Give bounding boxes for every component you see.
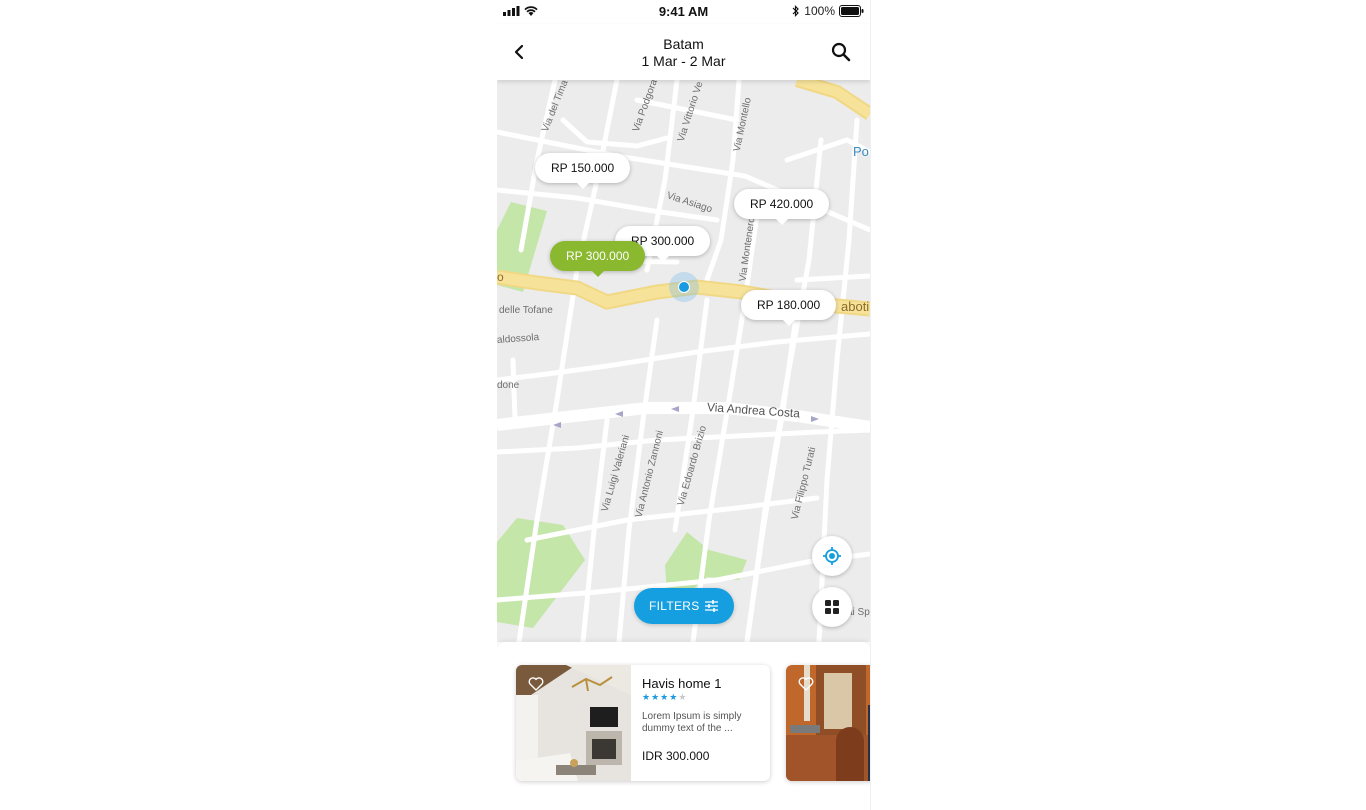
street-label: done bbox=[497, 380, 520, 391]
star-icon: ★ bbox=[678, 692, 688, 702]
star-icon: ★ bbox=[660, 692, 670, 702]
street-label: delle Tofane bbox=[499, 305, 553, 316]
current-location-marker bbox=[669, 272, 699, 302]
listing-card-partial[interactable] bbox=[786, 665, 870, 781]
street-label: aboti bbox=[841, 299, 870, 314]
search-summary[interactable]: Batam 1 Mar - 2 Mar bbox=[557, 36, 810, 70]
battery-icon bbox=[839, 5, 864, 17]
status-right-icons: 100% bbox=[792, 4, 864, 18]
filters-label: FILTERS bbox=[649, 599, 700, 613]
listing-rating: ★★★★★ bbox=[642, 692, 687, 703]
star-icon: ★ bbox=[642, 692, 652, 702]
status-bar: 9:41 AM 100% bbox=[497, 0, 870, 24]
price-pin[interactable]: RP 420.000 bbox=[734, 189, 830, 225]
map-view[interactable]: Via Andrea Costa Via Montello Via Vittor… bbox=[497, 80, 870, 642]
battery-percent: 100% bbox=[804, 4, 835, 18]
top-bar: Batam 1 Mar - 2 Mar bbox=[497, 24, 870, 80]
locate-me-button[interactable] bbox=[812, 536, 852, 576]
listings-sheet[interactable]: Havis home 1 ★★★★★ Lorem Ipsum is simply… bbox=[497, 642, 870, 810]
date-range: 1 Mar - 2 Mar bbox=[641, 53, 726, 69]
poi-label: Po bbox=[853, 144, 869, 159]
back-arrow-icon[interactable] bbox=[509, 41, 531, 63]
heart-icon[interactable] bbox=[798, 676, 814, 692]
grid-view-icon bbox=[825, 600, 839, 614]
price-pin-selected[interactable]: RP 300.000 bbox=[550, 241, 646, 277]
search-icon[interactable] bbox=[830, 41, 852, 63]
locate-icon bbox=[823, 547, 841, 565]
star-icon: ★ bbox=[651, 692, 661, 702]
listing-price: IDR 300.000 bbox=[642, 749, 710, 763]
listing-card[interactable]: Havis home 1 ★★★★★ Lorem Ipsum is simply… bbox=[516, 665, 770, 781]
city-title: Batam bbox=[663, 36, 704, 52]
location-dot bbox=[678, 281, 690, 293]
price-pin[interactable]: RP 180.000 bbox=[741, 290, 837, 326]
bluetooth-icon bbox=[792, 5, 800, 17]
heart-icon[interactable] bbox=[528, 676, 544, 692]
grid-view-button[interactable] bbox=[812, 587, 852, 627]
price-pin[interactable]: RP 150.000 bbox=[535, 153, 631, 189]
star-icon: ★ bbox=[669, 692, 679, 702]
filters-button[interactable]: FILTERS bbox=[634, 588, 734, 624]
street-label: o bbox=[497, 270, 504, 284]
filter-sliders-icon bbox=[705, 600, 718, 612]
listing-description: Lorem Ipsum is simply dummy text of the … bbox=[642, 711, 742, 734]
listing-name: Havis home 1 bbox=[642, 676, 722, 691]
phone-screen: 9:41 AM 100% Batam 1 Mar - 2 Mar Via And… bbox=[497, 0, 871, 810]
